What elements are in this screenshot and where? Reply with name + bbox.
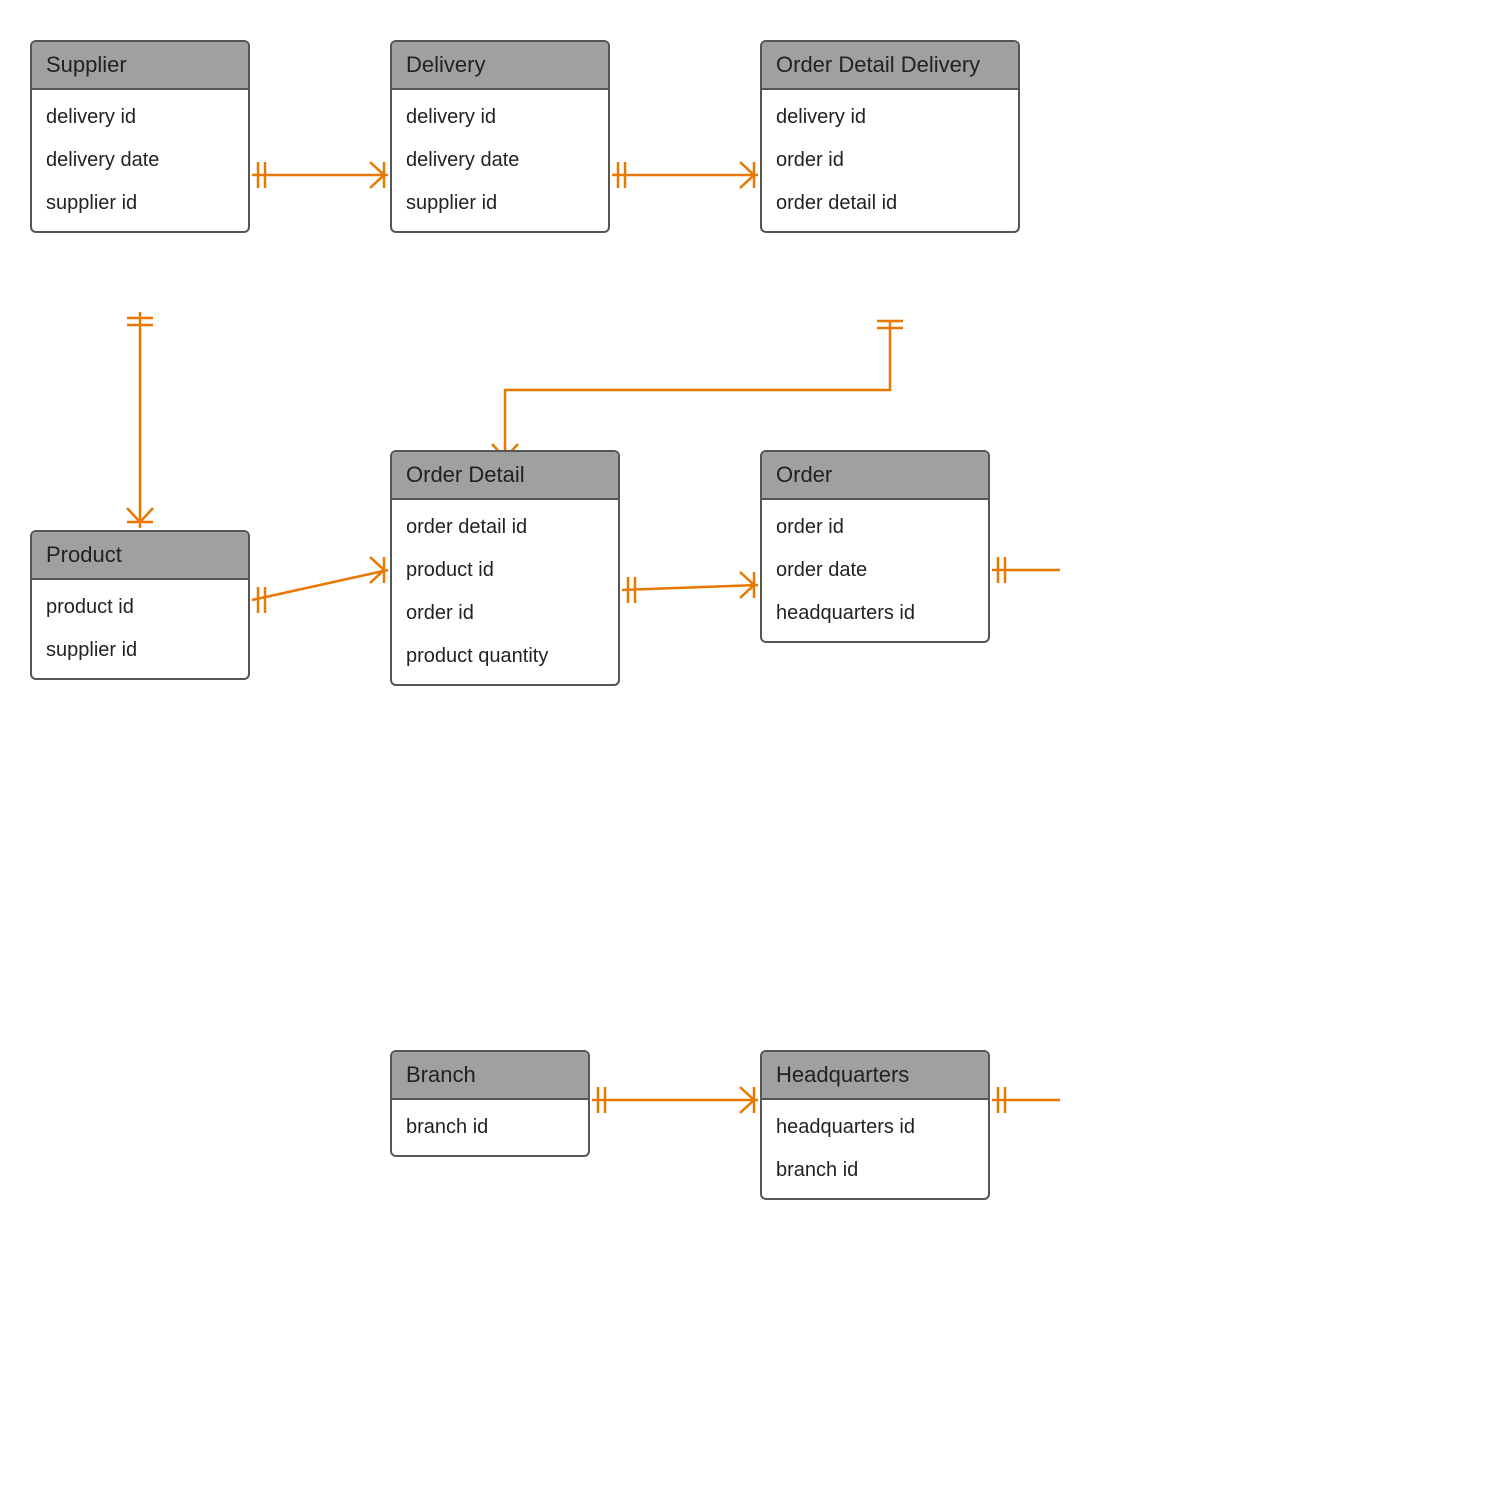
entity-order-detail-delivery: Order Detail Delivery delivery id order … [760, 40, 1020, 233]
entity-product-header: Product [32, 532, 248, 580]
field-order-1: order id [762, 506, 988, 549]
entity-branch: Branch branch id [390, 1050, 590, 1157]
field-odd-2: order id [762, 139, 1018, 182]
entity-delivery: Delivery delivery id delivery date suppl… [390, 40, 610, 233]
field-product-2: supplier id [32, 629, 248, 672]
field-odd-3: order detail id [762, 182, 1018, 225]
field-delivery-1: delivery id [392, 96, 608, 139]
field-order-2: order date [762, 549, 988, 592]
field-od-3: order id [392, 592, 618, 635]
entity-headquarters: Headquarters headquarters id branch id [760, 1050, 990, 1200]
field-delivery-3: supplier id [392, 182, 608, 225]
entity-delivery-header: Delivery [392, 42, 608, 90]
field-product-1: product id [32, 586, 248, 629]
entity-headquarters-header: Headquarters [762, 1052, 988, 1100]
entity-odd-header: Order Detail Delivery [762, 42, 1018, 90]
field-od-4: product quantity [392, 635, 618, 678]
field-order-3: headquarters id [762, 592, 988, 635]
field-odd-1: delivery id [762, 96, 1018, 139]
entity-order: Order order id order date headquarters i… [760, 450, 990, 643]
field-supplier-3: supplier id [32, 182, 248, 225]
field-od-2: product id [392, 549, 618, 592]
entity-odd-body: delivery id order id order detail id [762, 90, 1018, 231]
field-hq-2: branch id [762, 1149, 988, 1192]
entity-product: Product product id supplier id [30, 530, 250, 680]
entity-order-header: Order [762, 452, 988, 500]
entity-headquarters-body: headquarters id branch id [762, 1100, 988, 1198]
entity-product-body: product id supplier id [32, 580, 248, 678]
field-supplier-2: delivery date [32, 139, 248, 182]
er-diagram: Supplier delivery id delivery date suppl… [0, 0, 1500, 1500]
field-delivery-2: delivery date [392, 139, 608, 182]
field-od-1: order detail id [392, 506, 618, 549]
entity-delivery-body: delivery id delivery date supplier id [392, 90, 608, 231]
entity-supplier-header: Supplier [32, 42, 248, 90]
field-supplier-1: delivery id [32, 96, 248, 139]
entity-order-detail: Order Detail order detail id product id … [390, 450, 620, 686]
entity-branch-header: Branch [392, 1052, 588, 1100]
entity-order-body: order id order date headquarters id [762, 500, 988, 641]
field-hq-1: headquarters id [762, 1106, 988, 1149]
field-branch-1: branch id [392, 1106, 588, 1149]
entity-branch-body: branch id [392, 1100, 588, 1155]
entity-supplier: Supplier delivery id delivery date suppl… [30, 40, 250, 233]
entity-order-detail-body: order detail id product id order id prod… [392, 500, 618, 684]
entity-order-detail-header: Order Detail [392, 452, 618, 500]
entity-supplier-body: delivery id delivery date supplier id [32, 90, 248, 231]
